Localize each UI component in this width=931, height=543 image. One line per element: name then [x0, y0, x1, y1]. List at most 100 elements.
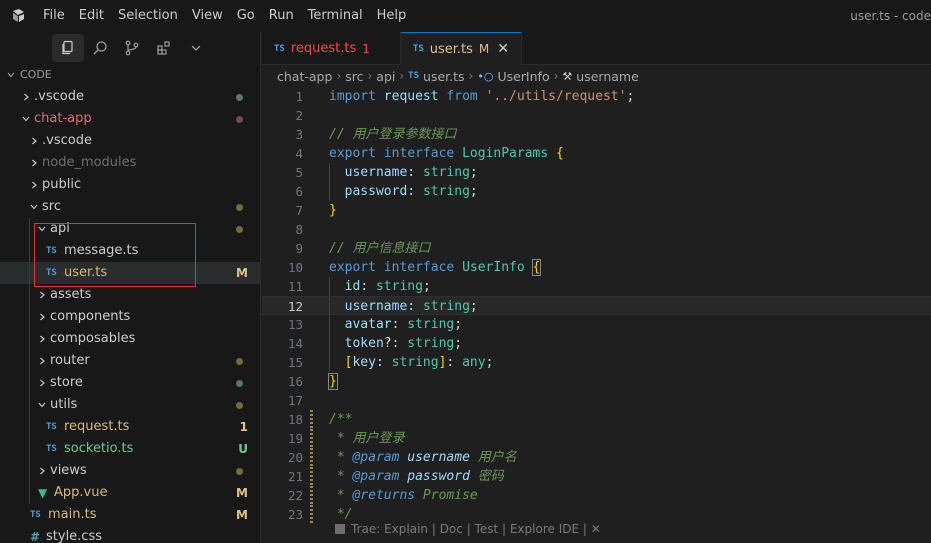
- search-icon[interactable]: [84, 34, 116, 62]
- file-item[interactable]: # style.css: [0, 526, 260, 543]
- menu-item-selection[interactable]: Selection: [111, 0, 185, 32]
- code-token: @returns: [352, 488, 416, 503]
- code-token: password: [407, 469, 470, 484]
- code-text: id: string;: [329, 277, 431, 296]
- git-change-bar: [310, 448, 313, 467]
- line-number: 10: [287, 260, 303, 275]
- code-token: * 用户登录: [329, 431, 405, 446]
- code-token: :: [407, 184, 423, 199]
- code-token: ;: [626, 89, 635, 104]
- source-control-icon[interactable]: [116, 34, 148, 62]
- folder-item[interactable]: store: [0, 372, 260, 394]
- code-token: Promise: [415, 488, 478, 503]
- typescript-file-icon: TS: [46, 444, 57, 454]
- section-title: CODE: [20, 68, 52, 81]
- close-icon[interactable]: ✕: [497, 41, 509, 57]
- code-token: ;: [469, 299, 478, 314]
- file-item[interactable]: TS socketio.ts U: [0, 438, 260, 460]
- tree-item-label: .vscode: [34, 89, 84, 104]
- file-item[interactable]: TS user.ts M: [0, 262, 260, 284]
- chevron-down-icon[interactable]: [180, 34, 212, 62]
- breadcrumb-item[interactable]: src: [345, 69, 363, 84]
- folder-item[interactable]: chat-app: [0, 108, 260, 130]
- git-change-bar: [310, 410, 313, 429]
- folder-item[interactable]: composables: [0, 328, 260, 350]
- line-number: 22: [287, 488, 303, 503]
- menu-item-go[interactable]: Go: [230, 0, 262, 32]
- breadcrumb-item[interactable]: chat-app: [277, 69, 332, 84]
- folder-item[interactable]: .vscode: [0, 130, 260, 152]
- breadcrumb-item[interactable]: user.ts: [423, 69, 465, 84]
- code-token: string: [407, 317, 455, 332]
- tree-item-label: user.ts: [64, 265, 108, 280]
- code-token: // 用户信息接口: [329, 241, 431, 256]
- code-token: }: [329, 203, 337, 218]
- breadcrumb: chat-app › src › api › TS user.ts › •○ UserInfo › ⚒ u…: [262, 65, 931, 87]
- code-line: 14 token?: string;: [262, 334, 931, 353]
- menu-item-run[interactable]: Run: [262, 0, 301, 32]
- folder-item[interactable]: api: [0, 218, 260, 240]
- explorer-section-header[interactable]: CODE: [0, 64, 260, 86]
- chevron-down-icon: [38, 402, 46, 408]
- file-item[interactable]: TS message.ts: [0, 240, 260, 262]
- chevron-right-icon: [24, 93, 29, 101]
- chevron-right-icon: [32, 137, 37, 145]
- tab-user-ts[interactable]: TS user.ts M ✕: [400, 32, 523, 65]
- folder-item[interactable]: views: [0, 460, 260, 482]
- code-token: }: [328, 373, 338, 390]
- folder-item[interactable]: public: [0, 174, 260, 196]
- extensions-icon[interactable]: [148, 34, 180, 62]
- git-change-bar: [310, 486, 313, 505]
- git-status-dot: [236, 468, 243, 475]
- breadcrumb-item[interactable]: api: [376, 69, 395, 84]
- menu-item-terminal[interactable]: Terminal: [301, 0, 370, 32]
- code-editor[interactable]: 1 import request from '../utils/request';…: [262, 87, 931, 524]
- folder-closed-chevron: [26, 152, 42, 174]
- folder-item[interactable]: router: [0, 350, 260, 372]
- menu-item-view[interactable]: View: [185, 0, 230, 32]
- inline-hint-text[interactable]: Trae: Explain | Doc | Test | Explore IDE…: [351, 522, 601, 536]
- folder-item[interactable]: node_modules: [0, 152, 260, 174]
- folder-item[interactable]: src: [0, 196, 260, 218]
- code-token: string: [391, 355, 439, 370]
- breadcrumb-item[interactable]: UserInfo: [497, 69, 549, 84]
- folder-item[interactable]: .vscode: [0, 86, 260, 108]
- tab-label: request.ts: [290, 41, 357, 56]
- line-number: 9: [295, 241, 303, 256]
- explorer-icon[interactable]: [52, 34, 84, 62]
- tab-status-badge: M: [478, 42, 490, 56]
- folder-open-chevron: [34, 218, 50, 240]
- line-number: 1: [295, 89, 303, 104]
- css-file-icon: #: [30, 530, 41, 543]
- folder-item[interactable]: utils: [0, 394, 260, 416]
- file-item[interactable]: TS main.ts M: [0, 504, 260, 526]
- folder-item[interactable]: components: [0, 306, 260, 328]
- tab-request-ts[interactable]: TS request.ts 1: [262, 32, 401, 65]
- tab-label: user.ts: [429, 41, 473, 57]
- code-token: :: [407, 165, 423, 180]
- tree-item-label: request.ts: [64, 419, 130, 434]
- file-item[interactable]: TS request.ts 1: [0, 416, 260, 438]
- code-text: // 用户信息接口: [329, 239, 430, 258]
- indent-guide: [29, 262, 30, 284]
- code-line: 18 /**: [262, 410, 931, 429]
- code-token: username: [407, 450, 470, 465]
- line-number: 16: [287, 374, 303, 389]
- folder-item[interactable]: assets: [0, 284, 260, 306]
- menu-item-edit[interactable]: Edit: [72, 0, 111, 32]
- menu-item-help[interactable]: Help: [370, 0, 414, 32]
- git-status-dot: [236, 380, 243, 387]
- inline-ai-hint[interactable]: Trae: Explain | Doc | Test | Explore IDE…: [335, 522, 601, 536]
- code-token: *: [329, 469, 353, 484]
- breadcrumb-separator-icon: ›: [553, 69, 559, 83]
- line-number: 17: [287, 393, 303, 408]
- menu-item-file[interactable]: File: [36, 0, 72, 32]
- breadcrumb-item[interactable]: username: [576, 69, 639, 84]
- line-number: 2: [295, 108, 303, 123]
- file-item[interactable]: ▼ App.vue M: [0, 482, 260, 504]
- code-text: username: string;: [329, 297, 478, 316]
- code-line: 13 avatar: string;: [262, 315, 931, 334]
- indent-guide: [29, 416, 30, 438]
